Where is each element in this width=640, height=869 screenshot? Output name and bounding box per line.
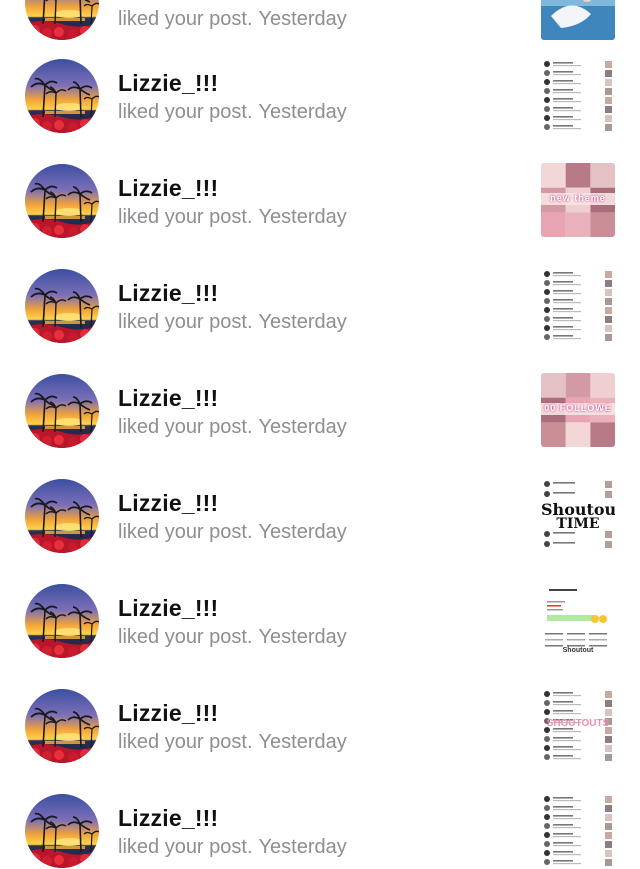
avatar[interactable] [25, 479, 99, 553]
sunset-palm-avatar-image [25, 374, 99, 448]
username[interactable]: Lizzie_!!! [118, 175, 218, 202]
notification-row[interactable]: Lizzie_!!! liked your post. Yesterday Sho… [0, 554, 640, 659]
notification-row[interactable]: Lizzie_!!! liked your post. Yesterday [0, 29, 640, 134]
timestamp: Yesterday [258, 101, 347, 123]
thumbnail-caption: 00 FOLLOWE [544, 403, 612, 413]
post-thumbnail[interactable]: new theme [541, 163, 615, 237]
activity-text: liked your post. Yesterday [118, 8, 347, 31]
notification-list: liked your post. Yesterday Lizzie_!!! li… [0, 0, 640, 869]
activity-text: liked your post. Yesterday [118, 626, 347, 649]
notification-row[interactable]: Lizzie_!!! liked your post. Yesterday [0, 764, 640, 869]
action-text: liked your post. [118, 626, 253, 648]
activity-text: liked your post. Yesterday [118, 731, 347, 754]
username[interactable]: Lizzie_!!! [118, 490, 218, 517]
timestamp: Yesterday [258, 311, 347, 333]
avatar[interactable] [25, 269, 99, 343]
notification-row[interactable]: Lizzie_!!! liked your post. Yesterday new… [0, 134, 640, 239]
post-thumbnail[interactable] [541, 793, 615, 867]
avatar[interactable] [25, 374, 99, 448]
username[interactable]: Lizzie_!!! [118, 385, 218, 412]
username[interactable]: Lizzie_!!! [118, 805, 218, 832]
timestamp: Yesterday [258, 626, 347, 648]
sunset-palm-avatar-image [25, 479, 99, 553]
action-text: liked your post. [118, 731, 253, 753]
sunset-palm-avatar-image [25, 794, 99, 868]
sunset-palm-avatar-image [25, 584, 99, 658]
action-text: liked your post. [118, 416, 253, 438]
timestamp: Yesterday [258, 8, 347, 30]
username[interactable]: Lizzie_!!! [118, 700, 218, 727]
timestamp: Yesterday [258, 731, 347, 753]
post-thumbnail[interactable]: SHOUTOUTS [541, 688, 615, 762]
post-thumbnail[interactable]: Shoutout [541, 583, 615, 657]
notification-row[interactable]: Lizzie_!!! liked your post. Yesterday [0, 239, 640, 344]
activity-text: liked your post. Yesterday [118, 101, 347, 124]
username[interactable]: Lizzie_!!! [118, 70, 218, 97]
avatar[interactable] [25, 584, 99, 658]
post-thumbnail[interactable] [541, 58, 615, 132]
avatar[interactable] [25, 164, 99, 238]
timestamp: Yesterday [258, 206, 347, 228]
timestamp: Yesterday [258, 521, 347, 543]
action-text: liked your post. [118, 311, 253, 333]
thumbnail-caption: SHOUTOUTS [546, 718, 610, 729]
post-thumbnail[interactable]: 00 FOLLOWE [541, 373, 615, 447]
avatar[interactable] [25, 794, 99, 868]
action-text: liked your post. [118, 101, 253, 123]
sunset-palm-avatar-image [25, 59, 99, 133]
activity-text: liked your post. Yesterday [118, 416, 347, 439]
post-thumbnail[interactable] [541, 268, 615, 342]
activity-text: liked your post. Yesterday [118, 311, 347, 334]
avatar[interactable] [25, 59, 99, 133]
notification-row[interactable]: Lizzie_!!! liked your post. Yesterday SHO… [0, 659, 640, 764]
post-thumbnail[interactable]: ShoutoutTIME [541, 478, 615, 552]
list-collage-thumbnail-image [541, 793, 615, 867]
thumbnail-caption: new theme [550, 193, 606, 203]
thumbnail-caption: Shoutout [562, 647, 594, 654]
activity-text: liked your post. Yesterday [118, 521, 347, 544]
avatar[interactable] [25, 689, 99, 763]
action-text: liked your post. [118, 206, 253, 228]
username[interactable]: Lizzie_!!! [118, 280, 218, 307]
action-text: liked your post. [118, 8, 253, 30]
activity-text: liked your post. Yesterday [118, 836, 347, 859]
list-collage-thumbnail-image [541, 58, 615, 132]
notification-row[interactable]: Lizzie_!!! liked your post. Yesterday 00 … [0, 344, 640, 449]
thumbnail-caption: TIME [556, 516, 600, 532]
notification-row[interactable]: Lizzie_!!! liked your post. Yesterday Sho… [0, 449, 640, 554]
timestamp: Yesterday [258, 416, 347, 438]
sunset-palm-avatar-image [25, 164, 99, 238]
list-collage-thumbnail-image [541, 268, 615, 342]
action-text: liked your post. [118, 521, 253, 543]
username[interactable]: Lizzie_!!! [118, 595, 218, 622]
sunset-palm-avatar-image [25, 689, 99, 763]
profile-post-thumbnail-image [541, 583, 615, 657]
sunset-palm-avatar-image [25, 269, 99, 343]
activity-text: liked your post. Yesterday [118, 206, 347, 229]
